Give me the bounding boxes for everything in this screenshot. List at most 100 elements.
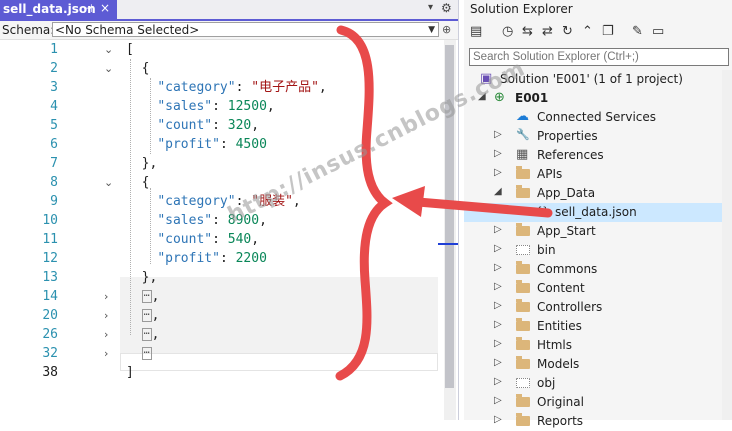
code-line[interactable]: 7 }, [0, 154, 443, 173]
json-key: "sales" [157, 99, 213, 114]
split-editor-icon[interactable]: ⊕ [442, 23, 451, 36]
collapsed-chevron-icon[interactable]: ▷ [494, 129, 502, 140]
collapsed-block-marker[interactable]: … [141, 289, 152, 303]
collapsed-chevron-icon[interactable]: ▷ [494, 319, 502, 330]
close-icon[interactable]: × [100, 1, 110, 15]
solution-tree-item[interactable]: ▷ 🔧 Properties [464, 127, 732, 146]
tab-list-dropdown-icon[interactable]: ▾ [428, 2, 433, 13]
collapsed-chevron-icon[interactable]: ▷ [494, 262, 502, 273]
collapsed-chevron-icon[interactable]: ▷ [494, 338, 502, 349]
solution-tree-item[interactable]: ▷ Commons [464, 260, 732, 279]
solution-tree-item[interactable]: ▷ Entities [464, 317, 732, 336]
solution-tree-item[interactable]: ▷ bin [464, 241, 732, 260]
solution-tree-item[interactable]: ◢ App_Data [464, 184, 732, 203]
solution-tree-item-label: Connected Services [537, 110, 657, 124]
collapsed-chevron-icon[interactable]: ▷ [494, 300, 502, 311]
solution-tree-item[interactable]: ☁ Connected Services [464, 108, 732, 127]
json-punctuation: { [141, 61, 150, 76]
document-tab-sell-data[interactable]: sell_data.json ⊣ × [0, 0, 117, 19]
expanded-chevron-icon[interactable]: ◢ [494, 186, 502, 197]
sync-icon[interactable]: ⇄ [542, 24, 553, 39]
solution-tree-item[interactable]: ▷ APIs [464, 165, 732, 184]
code-line[interactable]: 26 › …, [0, 325, 443, 344]
solution-scrollbar[interactable] [722, 70, 732, 420]
solution-tree-item[interactable]: ▷ Htmls [464, 336, 732, 355]
line-number: 10 [42, 213, 58, 228]
folder-icon [516, 318, 530, 333]
line-content: "category": "电子产品", [157, 80, 327, 95]
json-punctuation: ] [126, 365, 134, 380]
collapsed-chevron-icon[interactable]: ▷ [494, 395, 502, 406]
switch-views-icon[interactable]: ▤ [470, 24, 482, 39]
json-value: 540 [227, 232, 252, 247]
code-line[interactable]: 9 "category": "服装", [0, 192, 443, 211]
solution-tree-item[interactable]: {} sell_data.json [464, 203, 732, 222]
gear-icon[interactable]: ⚙ [441, 1, 452, 15]
code-line[interactable]: 2 ⌄ { [0, 59, 443, 78]
folder-icon [516, 261, 530, 276]
collapse-chevron-icon[interactable]: ⌄ [104, 43, 113, 56]
folder-icon [516, 185, 530, 200]
collapsed-chevron-icon[interactable]: ▷ [494, 357, 502, 368]
code-line[interactable]: 14 › …, [0, 287, 443, 306]
collapse-chevron-icon[interactable]: ⌄ [104, 62, 113, 75]
show-all-files-icon[interactable]: ❐ [602, 24, 614, 39]
solution-tree-item[interactable]: ▷ ▦ References [464, 146, 732, 165]
collapsed-chevron-icon[interactable]: ▷ [494, 281, 502, 292]
code-line[interactable]: 12 "profit": 2200 [0, 249, 443, 268]
code-line[interactable]: 32 › … [0, 344, 443, 363]
expand-chevron-icon[interactable]: › [104, 347, 108, 360]
code-line[interactable]: 38] [0, 363, 443, 382]
solution-tree-item[interactable]: ▷ obj [464, 374, 732, 393]
expand-chevron-icon[interactable]: › [104, 290, 108, 303]
json-value: 4500 [235, 137, 267, 152]
schema-value: <No Schema Selected> [55, 23, 200, 37]
solution-tree-item[interactable]: ▷ Original [464, 393, 732, 412]
collapsed-chevron-icon[interactable]: ▷ [494, 224, 502, 235]
code-line[interactable]: 13 }, [0, 268, 443, 287]
solution-tree-item-label: Entities [537, 319, 582, 333]
schema-select[interactable]: <No Schema Selected> ▼ [52, 22, 439, 37]
code-line[interactable]: 8 ⌄ { [0, 173, 443, 192]
collapsed-block-marker[interactable]: … [141, 308, 152, 322]
code-line[interactable]: 11 "count": 540, [0, 230, 443, 249]
json-key: "count" [157, 232, 213, 247]
folder-icon [516, 356, 530, 371]
history-icon[interactable]: ◷ [502, 24, 513, 39]
line-number: 7 [50, 156, 58, 171]
json-key: "profit" [157, 137, 220, 152]
expand-chevron-icon[interactable]: › [104, 328, 108, 341]
code-line[interactable]: 3 "category": "电子产品", [0, 78, 443, 97]
collapsed-chevron-icon[interactable]: ▷ [494, 167, 502, 178]
expand-chevron-icon[interactable]: › [104, 309, 108, 322]
collapsed-chevron-icon[interactable]: ▷ [494, 148, 502, 159]
preview-icon[interactable]: ▭ [652, 24, 664, 39]
json-punctuation: [ [126, 42, 134, 57]
solution-tree-item[interactable]: ▷ Reports [464, 412, 732, 431]
collapsed-block-marker[interactable]: … [141, 327, 152, 341]
collapsed-chevron-icon[interactable]: ▷ [494, 376, 502, 387]
pin-icon[interactable]: ⊣ [83, 2, 93, 15]
code-area[interactable]: 1 ⌄[2 ⌄ {3 "category": "电子产品", 4 "sales": 1… [0, 40, 443, 420]
code-line[interactable]: 10 "sales": 8900, [0, 211, 443, 230]
solution-tree-item[interactable]: ▷ Models [464, 355, 732, 374]
pending-changes-icon[interactable]: ⇆ [522, 24, 533, 39]
collapse-all-icon[interactable]: ⌃ [582, 24, 593, 39]
properties-wrench-icon[interactable]: ✎ [632, 24, 643, 39]
json-file-icon: {} [536, 206, 549, 217]
line-content: [ [126, 40, 134, 59]
refresh-icon[interactable]: ↻ [562, 24, 573, 39]
line-number: 13 [42, 270, 58, 285]
collapsed-block-marker[interactable]: … [141, 346, 152, 360]
project-node[interactable]: ◢ ⊕ E001 [464, 89, 732, 108]
code-line[interactable]: 20 › …, [0, 306, 443, 325]
solution-tree-item-label: Models [537, 357, 580, 371]
solution-tree-item[interactable]: ▷ Controllers [464, 298, 732, 317]
collapsed-chevron-icon[interactable]: ▷ [494, 243, 502, 254]
solution-tree-item[interactable]: ▷ App_Start [464, 222, 732, 241]
code-line[interactable]: 4 "sales": 12500, [0, 97, 443, 116]
code-line[interactable]: 1 ⌄ [ [0, 40, 443, 59]
solution-tree-item[interactable]: ▷ Content [464, 279, 732, 298]
indent-guide [150, 188, 151, 264]
collapse-chevron-icon[interactable]: ⌄ [104, 176, 113, 189]
